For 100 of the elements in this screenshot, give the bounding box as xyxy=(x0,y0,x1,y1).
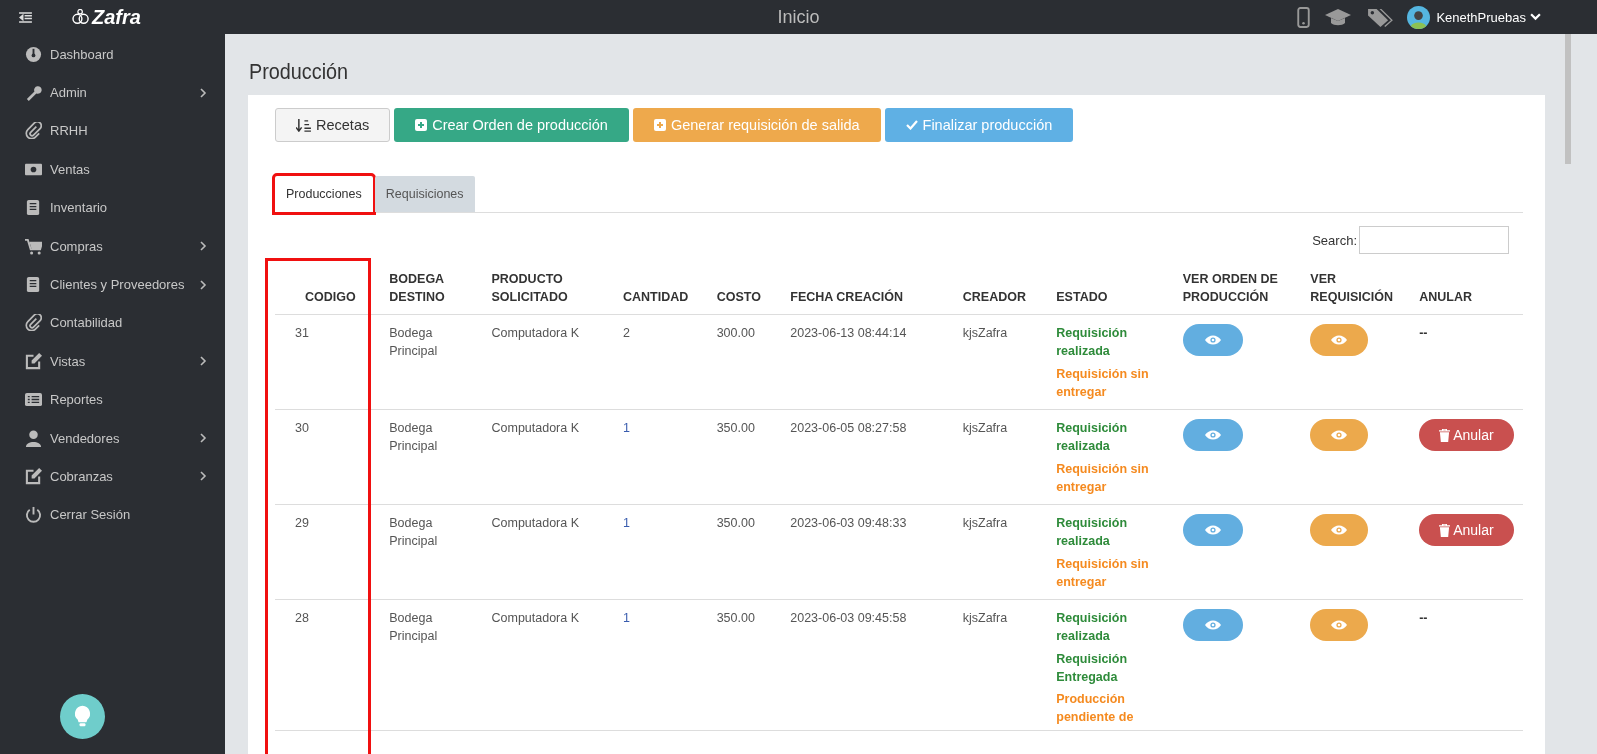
tab[interactable]: Producciones xyxy=(275,176,373,212)
eye-icon xyxy=(1331,335,1348,346)
lightbulb-icon[interactable] xyxy=(60,694,105,739)
eye-icon xyxy=(1204,430,1221,441)
sidebar-item[interactable]: Vistas xyxy=(0,342,225,381)
edit-icon xyxy=(25,468,42,485)
view-order-button[interactable] xyxy=(1182,514,1243,547)
table-cell: Bodega Principal xyxy=(389,421,438,454)
column-header: BODEGA DESTINO xyxy=(389,272,445,305)
column-header: CANTIDAD xyxy=(623,290,689,305)
eye-icon xyxy=(1331,430,1348,441)
sidebar-item[interactable]: Vendedores xyxy=(0,418,225,458)
sidebar-item[interactable]: Reportes xyxy=(0,380,225,419)
table-cell: Bodega Principal xyxy=(389,516,438,549)
sidebar-item[interactable]: Admin xyxy=(0,73,225,112)
table-cell: Bodega Principal xyxy=(389,326,438,359)
app-logo: Zafra xyxy=(92,5,141,29)
table-cell: 2023-06-03 09:48:33 xyxy=(790,516,907,531)
view-requisition-button[interactable] xyxy=(1310,419,1369,452)
cancel-button[interactable]: Anular xyxy=(1419,419,1514,452)
eye-icon xyxy=(1331,620,1348,631)
table-cell: 350.00 xyxy=(716,516,755,531)
sidebar-item[interactable]: Clientes y Proveedores xyxy=(0,265,225,304)
phone-icon[interactable] xyxy=(1297,6,1311,28)
tab[interactable]: Requisiciones xyxy=(374,176,475,212)
eye-icon xyxy=(1331,525,1348,536)
column-header: VER REQUISICIÓN xyxy=(1310,272,1393,305)
chevron-right-icon xyxy=(200,471,207,482)
cancel-button[interactable]: Anular xyxy=(1419,514,1514,547)
menu-icon[interactable] xyxy=(19,11,32,23)
quantity-link[interactable]: 1 xyxy=(623,421,630,436)
paperclip-icon xyxy=(25,314,42,332)
edit-icon xyxy=(25,352,42,370)
eye-icon xyxy=(1204,335,1221,346)
view-requisition-button[interactable] xyxy=(1310,514,1369,547)
table-cell: -- xyxy=(1419,611,1428,626)
sidebar-item[interactable]: Cerrar Sesión xyxy=(0,495,225,535)
column-header: PRODUCTO SOLICITADO xyxy=(491,272,568,305)
avatar-icon[interactable] xyxy=(1407,5,1431,29)
view-order-button[interactable] xyxy=(1182,609,1243,642)
table-cell: Computadora K xyxy=(491,611,580,626)
sidebar-item[interactable]: Ventas xyxy=(0,150,225,189)
page-title: Producción xyxy=(249,59,350,85)
status-text: Producción pendiente de xyxy=(1056,690,1135,726)
logo-icon xyxy=(72,9,90,25)
chevron-right-icon xyxy=(200,87,207,98)
table-cell: Computadora K xyxy=(491,516,580,531)
table-cell: kjsZafra xyxy=(962,516,1008,531)
table-cell: 2023-06-13 08:44:14 xyxy=(790,326,907,341)
table-cell: 29 xyxy=(295,516,309,531)
status-text: Requisición realizada xyxy=(1056,420,1129,456)
status-text: Requisición realizada xyxy=(1056,610,1129,646)
table-cell: 350.00 xyxy=(716,421,755,436)
book-icon xyxy=(25,276,42,294)
table-cell: Computadora K xyxy=(491,326,580,341)
chevron-down-icon[interactable] xyxy=(1530,13,1541,21)
sidebar-item[interactable]: Cobranzas xyxy=(0,457,225,496)
plus-square-icon xyxy=(653,119,666,131)
tags-icon[interactable] xyxy=(1366,6,1394,28)
column-header: ESTADO xyxy=(1056,290,1108,305)
toolbar-button[interactable]: Recetas xyxy=(275,108,391,142)
chevron-right-icon xyxy=(200,279,207,290)
view-requisition-button[interactable] xyxy=(1310,324,1369,357)
sidebar-item[interactable]: RRHH xyxy=(0,111,225,151)
view-order-button[interactable] xyxy=(1182,324,1243,357)
sort-icon xyxy=(296,118,311,132)
quantity-link[interactable]: 1 xyxy=(623,516,630,531)
trash-icon xyxy=(1439,523,1451,537)
table-cell: 2023-06-05 08:27:58 xyxy=(790,421,907,436)
sidebar-item[interactable]: Contabilidad xyxy=(0,303,225,343)
graduation-cap-icon[interactable] xyxy=(1324,7,1353,27)
column-header: FECHA CREACIÓN xyxy=(790,290,903,305)
eye-icon xyxy=(1204,525,1221,536)
status-text: Requisición realizada xyxy=(1056,515,1129,551)
table-cell: Computadora K xyxy=(491,421,580,436)
table-cell: kjsZafra xyxy=(962,326,1008,341)
table-cell: 2 xyxy=(623,326,630,341)
cart-icon xyxy=(25,237,42,255)
search-label: Search: xyxy=(1312,232,1357,248)
view-order-button[interactable] xyxy=(1182,419,1243,452)
table-cell: kjsZafra xyxy=(962,611,1008,626)
sidebar-item[interactable]: Compras xyxy=(0,226,225,266)
quantity-link[interactable]: 1 xyxy=(623,611,630,626)
page-header-title: Inicio xyxy=(777,6,820,28)
table-cell: -- xyxy=(1419,326,1428,341)
table-cell: 30 xyxy=(295,421,309,436)
view-requisition-button[interactable] xyxy=(1310,609,1369,642)
sidebar-item[interactable]: Dashboard xyxy=(0,35,225,74)
column-header: CODIGO xyxy=(305,290,356,305)
status-text: Requisición Entregada xyxy=(1056,650,1129,686)
eye-icon xyxy=(1204,620,1221,631)
chevron-right-icon xyxy=(200,241,207,252)
user-menu[interactable]: KenethPruebas xyxy=(1436,9,1526,25)
sidebar-item[interactable]: Inventario xyxy=(0,188,225,227)
table-cell: 300.00 xyxy=(716,326,755,341)
search-field[interactable] xyxy=(1359,226,1509,254)
table-cell: 28 xyxy=(295,611,309,626)
column-header: COSTO xyxy=(716,290,761,305)
table-cell: 31 xyxy=(295,326,309,341)
chevron-right-icon xyxy=(200,433,207,444)
